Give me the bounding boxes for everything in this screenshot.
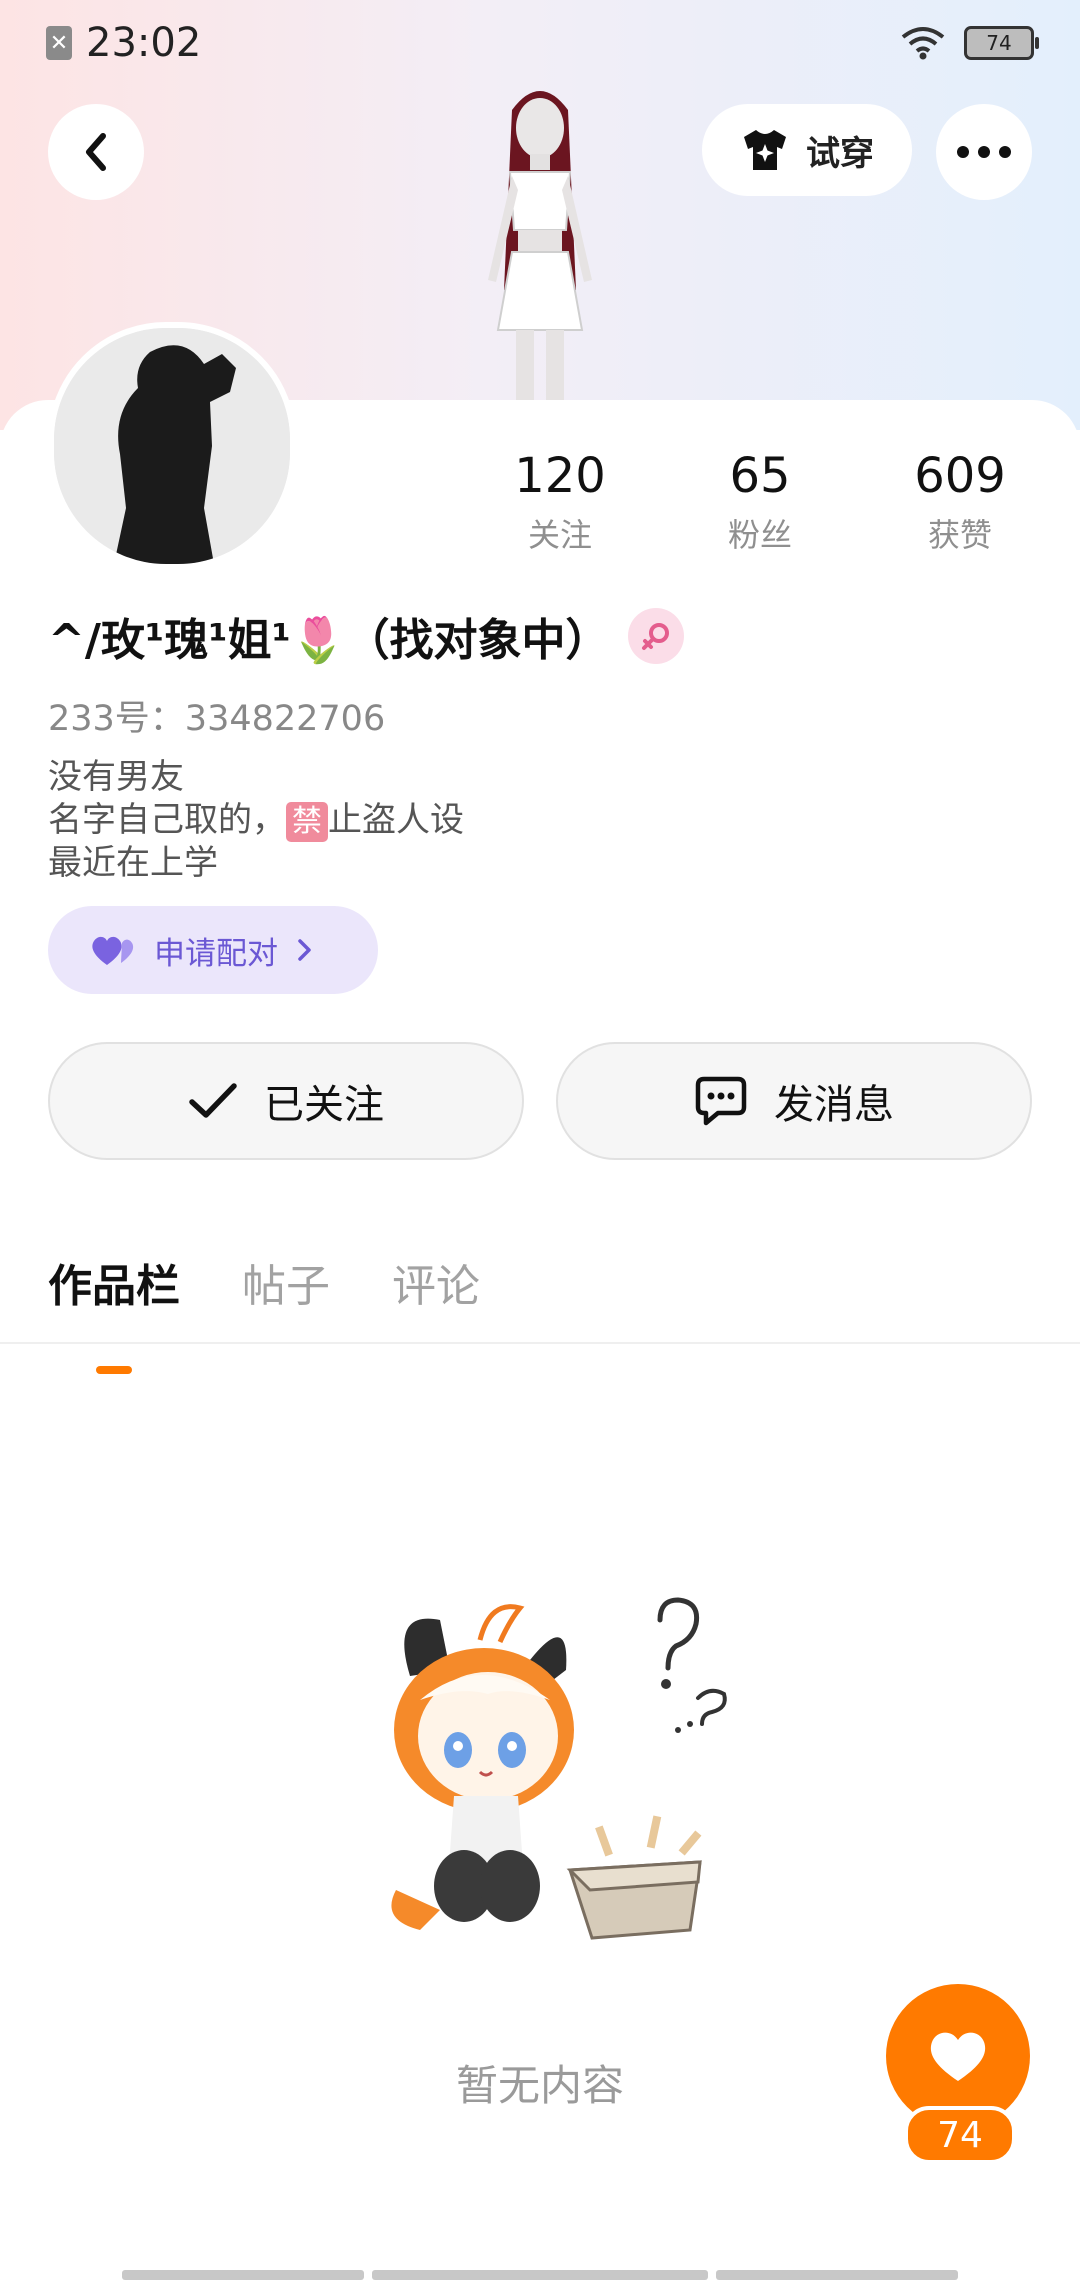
stat-likes[interactable]: 609 获赞	[860, 448, 1060, 556]
avatar[interactable]	[48, 322, 296, 570]
profile-name: ^/玫¹瑰¹姐¹🌷（找对象中）	[48, 615, 610, 666]
status-bar: ✕ 23:02 74	[46, 18, 1039, 68]
stat-following[interactable]: 120 关注	[460, 448, 660, 556]
home-indicator	[122, 2270, 364, 2280]
stats-row: 120 关注 65 粉丝 609 获赞	[460, 448, 1060, 556]
more-button[interactable]	[936, 104, 1032, 200]
stat-label: 获赞	[927, 516, 992, 554]
send-message-button[interactable]: 发消息	[556, 1042, 1032, 1160]
check-icon	[189, 1083, 237, 1118]
stat-value: 120	[514, 448, 606, 504]
no-sim-icon: ✕	[46, 26, 72, 60]
tab-works[interactable]: 作品栏	[48, 1250, 180, 1314]
chevron-right-icon	[298, 939, 311, 961]
apply-match-button[interactable]: 申请配对	[48, 906, 378, 994]
stat-label: 粉丝	[727, 516, 792, 554]
bio-line: 最近在上学	[48, 843, 218, 883]
double-heart-icon	[92, 936, 134, 965]
avatar-3d-figure	[488, 91, 592, 400]
user-id: 233号：334822706	[48, 699, 386, 739]
chevron-left-icon	[86, 133, 106, 171]
stat-value: 609	[914, 448, 1006, 504]
stat-followers[interactable]: 65 粉丝	[660, 448, 860, 556]
more-dots-icon	[957, 146, 1011, 158]
apply-match-label: 申请配对	[154, 935, 278, 972]
stat-label: 关注	[527, 516, 592, 554]
battery-level: 74	[986, 31, 1012, 55]
tab-posts[interactable]: 帖子	[242, 1250, 330, 1314]
content-tabs: 作品栏 帖子 评论	[48, 1250, 480, 1314]
profile-name-row: ^/玫¹瑰¹姐¹🌷（找对象中）	[48, 604, 684, 668]
bio-text: 止盗人设	[328, 800, 464, 840]
prohibited-badge: 禁	[286, 802, 328, 842]
tabs-divider	[0, 1342, 1080, 1344]
try-on-button[interactable]: 试穿	[702, 104, 912, 196]
tab-comments[interactable]: 评论	[392, 1250, 480, 1314]
empty-state-illustration	[391, 1597, 727, 1940]
status-time: 23:02	[86, 20, 202, 66]
home-indicator	[372, 2270, 708, 2280]
send-message-label: 发消息	[774, 1082, 894, 1128]
battery-icon: 74	[964, 26, 1039, 60]
bio: 没有男友 名字自己取的，禁止盗人设 最近在上学	[48, 756, 464, 885]
female-icon	[627, 608, 684, 664]
like-count-badge: 74	[904, 2106, 1016, 2164]
wifi-icon	[901, 27, 945, 60]
heart-icon	[930, 2032, 986, 2081]
followed-button[interactable]: 已关注	[48, 1042, 524, 1160]
tshirt-icon	[744, 130, 786, 170]
followed-label: 已关注	[264, 1082, 384, 1128]
bio-text: 名字自己取的，	[48, 800, 286, 840]
stat-value: 65	[729, 448, 791, 504]
bio-line: 没有男友	[48, 757, 184, 797]
home-indicator	[716, 2270, 958, 2280]
back-button[interactable]	[48, 104, 144, 200]
bio-line: 名字自己取的，禁止盗人设	[48, 799, 464, 842]
try-on-label: 试穿	[806, 133, 874, 174]
chat-bubble-icon	[695, 1076, 747, 1126]
silhouette-avatar-image	[54, 328, 290, 564]
